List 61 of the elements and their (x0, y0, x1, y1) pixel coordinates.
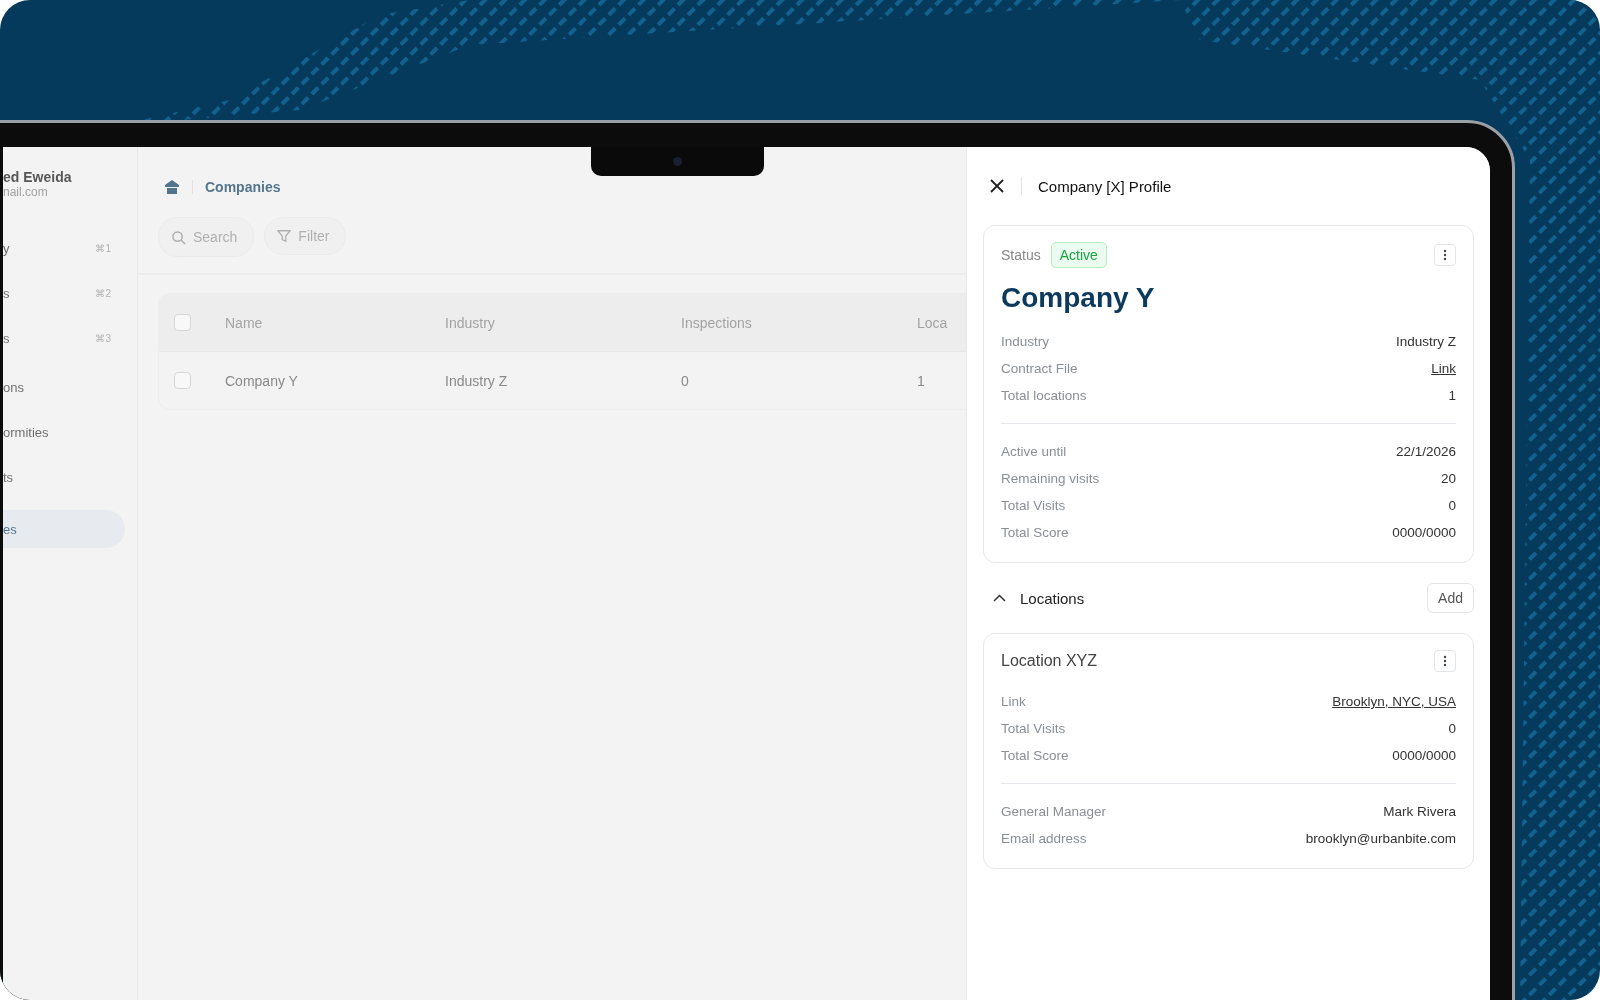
field-label: Total Visits (1001, 721, 1066, 736)
company-name: Company Y (1001, 282, 1156, 314)
field-value: 1 (1448, 388, 1456, 403)
filter-icon (277, 229, 292, 243)
panel-title: Company [X] Profile (1038, 177, 1172, 195)
field-label: Total locations (1001, 388, 1087, 403)
column-header: Loca (917, 314, 949, 331)
close-icon[interactable] (989, 178, 1005, 194)
value-link[interactable]: Brooklyn, NYC, USA (1332, 694, 1456, 709)
field-value: 22/1/2026 (1395, 444, 1456, 459)
sidebar-item[interactable]: s ⌘2 (3, 274, 125, 312)
more-icon (1443, 655, 1447, 667)
status-label: Status (1001, 247, 1041, 263)
checkbox[interactable] (174, 314, 191, 331)
field-label: Industry (1001, 334, 1050, 349)
add-button[interactable]: Add (1427, 583, 1474, 613)
location-name: Location XYZ (1001, 652, 1098, 670)
sidebar-item[interactable]: es (3, 510, 125, 548)
field-value: Mark Rivera (1383, 804, 1456, 819)
status-badge: Active (1050, 242, 1107, 268)
more-icon (1443, 249, 1447, 261)
user-email: nail.com (3, 185, 49, 199)
more-button[interactable] (1434, 650, 1456, 672)
search-icon (171, 229, 186, 245)
field-label: General Manager (1001, 804, 1107, 819)
column-header: Industry (445, 314, 496, 331)
field-label: Total Visits (1001, 498, 1066, 513)
field-value: 20 (1440, 471, 1456, 486)
field-value: Industry Z (1395, 334, 1456, 349)
table-cell-text: Industry Z (445, 372, 509, 389)
sidebar-item[interactable]: y ⌘1 (3, 229, 125, 267)
sidebar-item[interactable]: ons (3, 368, 125, 406)
field-value: 0000/0000 (1392, 525, 1456, 540)
field-value: 0000/0000 (1392, 748, 1456, 763)
value-link[interactable]: Link (1431, 361, 1456, 376)
breadcrumb-link[interactable]: Companies (205, 179, 281, 195)
field-label: Link (1001, 694, 1026, 709)
column-header: Name (225, 314, 264, 331)
field-label: Email address (1001, 831, 1087, 846)
column-header: Inspections (681, 314, 753, 331)
collapse-toggle[interactable] (993, 594, 1006, 602)
sidebar-item[interactable]: ts (3, 458, 125, 496)
checkbox[interactable] (174, 372, 191, 389)
section-title: Locations (1020, 589, 1085, 607)
more-button[interactable] (1434, 244, 1456, 266)
field-value: brooklyn@urbanbite.com (1305, 831, 1456, 846)
field-label: Contract File (1001, 361, 1078, 376)
field-label: Active until (1001, 444, 1067, 459)
field-label: Total Score (1001, 748, 1069, 763)
field-label: Remaining visits (1001, 471, 1100, 486)
sidebar-item[interactable]: s ⌘3 (3, 319, 125, 357)
field-label: Total Score (1001, 525, 1069, 540)
field-value: 0 (1448, 721, 1456, 736)
user-name: ed Eweida (3, 169, 73, 185)
home-icon[interactable] (164, 179, 180, 195)
table-cell-text: 1 (917, 372, 926, 389)
field-value: 0 (1448, 498, 1456, 513)
table-cell-text: 0 (681, 372, 690, 389)
table-cell-text: Company Y (225, 372, 299, 389)
chevron-icon (993, 594, 1006, 602)
sidebar-item[interactable]: ormities (3, 413, 125, 451)
